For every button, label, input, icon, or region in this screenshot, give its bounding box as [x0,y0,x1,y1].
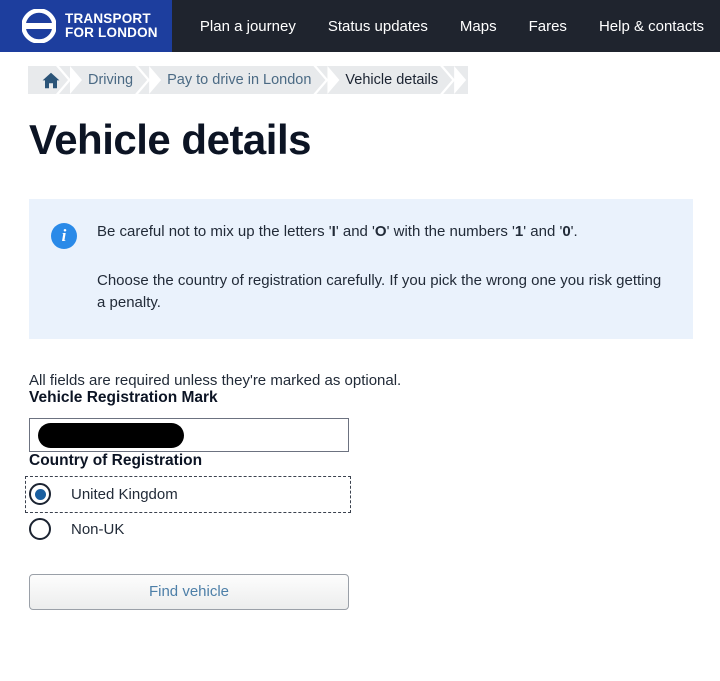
radio-icon-unselected [29,518,51,541]
radio-option-united-kingdom[interactable]: United Kingdom [25,475,351,513]
info-p1-part2: ' and ' [335,223,375,241]
info-p1-number-zero: 0 [562,223,571,241]
page-title: Vehicle details [29,116,312,163]
info-panel-body: Be careful not to mix up the letters 'I'… [97,221,669,315]
info-p1-part4: ' and ' [523,223,563,241]
info-p1-number-one: 1 [514,223,524,241]
breadcrumb: Driving Pay to drive in London Vehicle d… [28,66,469,94]
nav-link-status-updates[interactable]: Status updates [312,18,444,35]
radio-label-non-uk: Non-UK [71,520,125,538]
brand-line-2: FOR LONDON [65,25,158,40]
home-icon [42,72,60,89]
tfl-brand-logo[interactable]: TRANSPORT FOR LONDON [0,0,172,52]
info-p1-part5: '. [570,223,578,241]
info-p1-letter-o: O [374,223,387,241]
breadcrumb-item-vehicle-details: Vehicle details [327,66,454,94]
info-circle-icon: i [51,223,77,250]
top-navigation-bar: TRANSPORT FOR LONDON Plan a journey Stat… [0,0,720,54]
info-p1-part3: ' with the numbers ' [386,223,515,241]
breadcrumb-item-pay-to-drive-in-london[interactable]: Pay to drive in London [149,66,327,94]
required-fields-note: All fields are required unless they're m… [29,371,402,389]
info-paragraph-2: Choose the country of registration caref… [97,271,662,312]
radio-option-non-uk[interactable]: Non-UK [26,512,350,547]
tfl-roundel-icon [21,8,57,44]
nav-link-fares[interactable]: Fares [513,18,583,35]
breadcrumb-container: Driving Pay to drive in London Vehicle d… [0,54,720,104]
info-p1-part1: Be careful not to mix up the letters ' [97,223,332,241]
vrm-input[interactable] [29,417,349,452]
find-vehicle-button[interactable]: Find vehicle [29,573,349,610]
brand-line-1: TRANSPORT [65,10,151,26]
vrm-field-label: Vehicle Registration Mark [29,388,218,406]
breadcrumb-item-home[interactable] [28,66,70,94]
tfl-brand-text: TRANSPORT FOR LONDON [65,10,158,41]
radio-icon-selected [29,483,51,506]
nav-link-maps[interactable]: Maps [444,18,513,35]
info-paragraph-1: Be careful not to mix up the letters 'I'… [97,221,669,244]
redaction-bar [38,422,184,448]
nav-link-help-and-contacts[interactable]: Help & contacts [583,18,720,35]
country-of-registration-radio-group: United Kingdom Non-UK [25,475,720,547]
radio-label-united-kingdom: United Kingdom [71,485,178,503]
primary-nav-links: Plan a journey Status updates Maps Fares… [172,0,720,52]
country-of-registration-label: Country of Registration [29,451,203,469]
info-panel: i Be careful not to mix up the letters '… [29,199,693,339]
nav-link-plan-a-journey[interactable]: Plan a journey [184,18,312,35]
